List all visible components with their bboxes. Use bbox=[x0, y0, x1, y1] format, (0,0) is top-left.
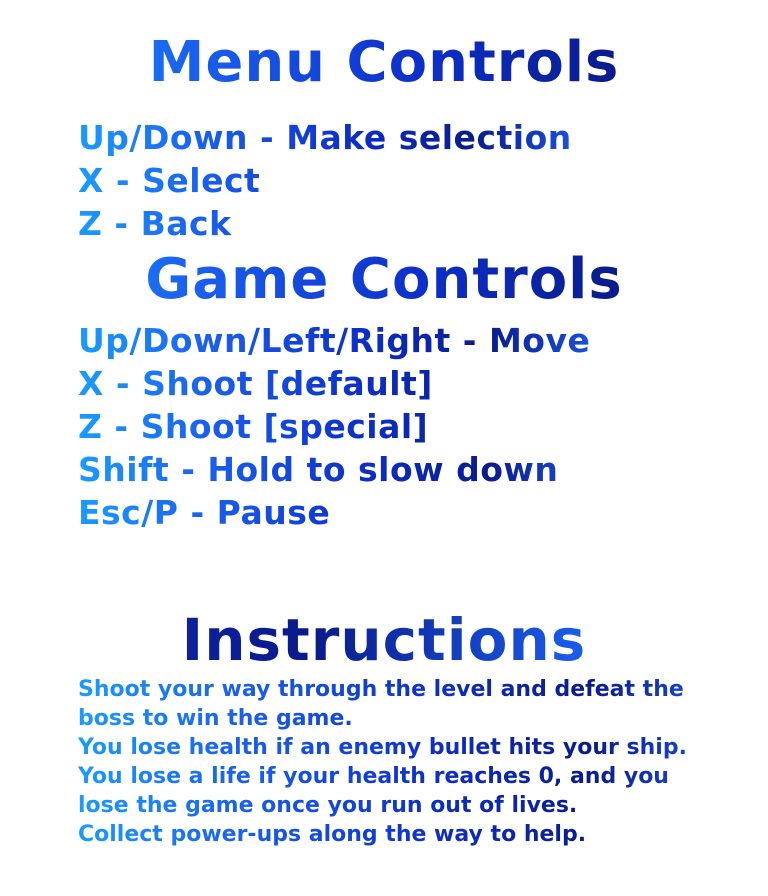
help-screen: Menu Controls Up/Down - Make selection X… bbox=[0, 0, 768, 896]
game-control-line: Up/Down/Left/Right - Move bbox=[78, 321, 591, 360]
menu-controls-list: Up/Down - Make selection X - Select Z - … bbox=[78, 116, 572, 245]
menu-control-line: Up/Down - Make selection bbox=[78, 118, 572, 157]
game-control-line: X - Shoot [default] bbox=[78, 362, 590, 405]
game-control-line: Esc/P - Pause bbox=[78, 491, 590, 534]
instruction-paragraph: You lose health if an enemy bullet hits … bbox=[78, 733, 718, 762]
game-controls-list: Up/Down/Left/Right - Move X - Shoot [def… bbox=[78, 319, 590, 534]
instructions-heading: Instructions bbox=[0, 604, 768, 676]
game-control-line: Z - Shoot [special] bbox=[78, 405, 590, 448]
instruction-paragraph: Collect power-ups along the way to help. bbox=[78, 820, 718, 849]
instructions-text: Shoot your way through the level and def… bbox=[78, 675, 718, 849]
game-control-line: Shift - Hold to slow down bbox=[78, 448, 590, 491]
menu-control-line: X - Select bbox=[78, 159, 572, 202]
menu-control-line: Z - Back bbox=[78, 202, 572, 245]
game-controls-heading: Game Controls bbox=[0, 247, 768, 313]
menu-controls-heading: Menu Controls bbox=[0, 28, 768, 98]
instruction-paragraph: You lose a life if your health reaches 0… bbox=[78, 762, 718, 820]
instruction-paragraph: Shoot your way through the level and def… bbox=[78, 675, 718, 733]
